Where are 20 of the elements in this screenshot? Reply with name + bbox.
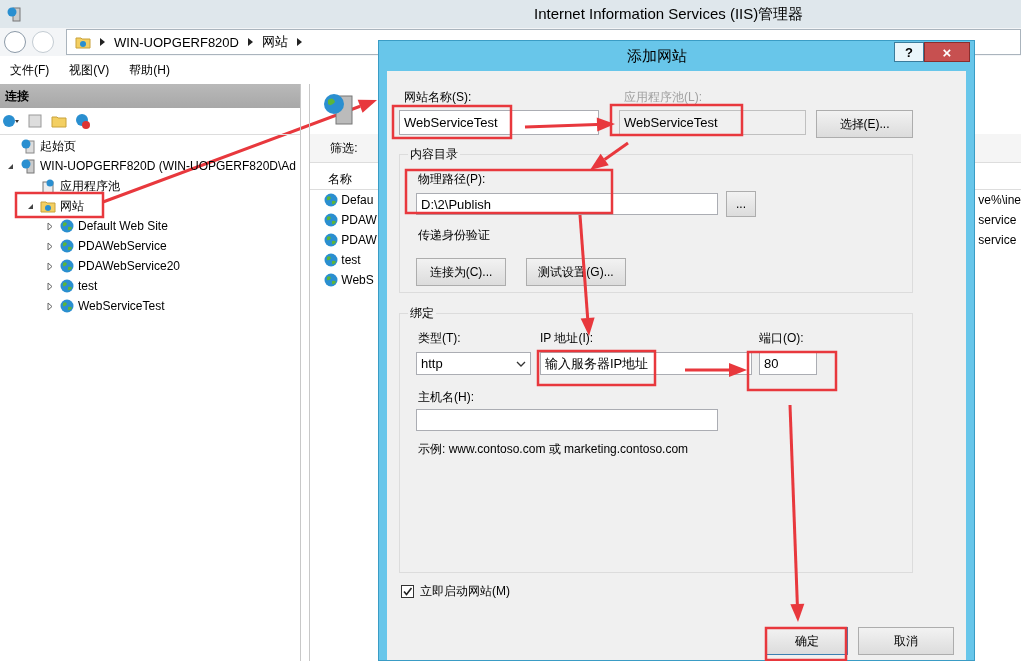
field-label: 类型(T): [418, 331, 462, 346]
filter-label: 筛选: [330, 139, 358, 157]
pane-header: 连接 [0, 84, 301, 108]
example-text: 示例: www.contoso.com 或 marketing.contoso.com [418, 442, 690, 457]
field-label: 主机名(H): [418, 390, 475, 405]
table-cell: service [978, 213, 1017, 227]
field-label: 端口(O): [759, 331, 804, 346]
dialog-title: 添加网站 [625, 46, 688, 66]
checkbox-label: 立即启动网站(M) [420, 583, 510, 600]
field-label: 物理路径(P): [418, 172, 487, 187]
field-label: IP 地址(I): [540, 331, 595, 346]
field-label: 传递身份验证 [418, 228, 491, 243]
field-label: 应用程序池(L): [624, 90, 702, 105]
window-title: Internet Information Services (IIS)管理器 [534, 4, 804, 24]
table-cell: ve%\ine [978, 193, 1021, 207]
group-title: 内容目录 [409, 146, 459, 163]
dropdown-value: http [421, 356, 443, 371]
field-label: 网站名称(S): [404, 90, 473, 105]
table-cell: service [978, 233, 1017, 247]
group-title: 绑定 [409, 305, 435, 322]
